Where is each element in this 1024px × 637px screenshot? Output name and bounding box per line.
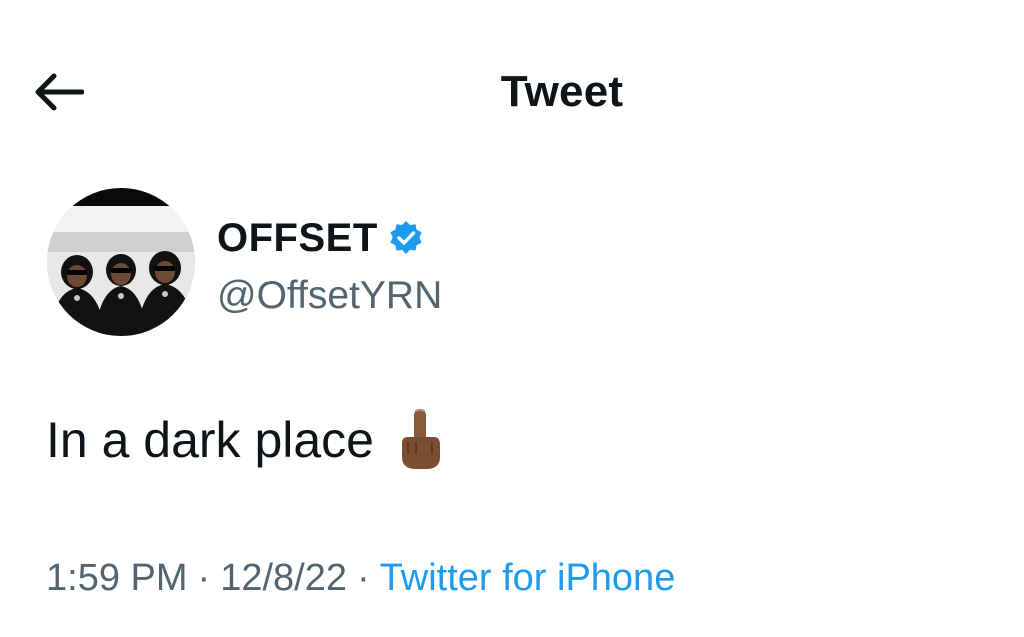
- author-handle[interactable]: @OffsetYRN: [217, 270, 442, 322]
- separator: ·: [197, 557, 211, 599]
- separator: ·: [356, 557, 370, 599]
- author-name[interactable]: OFFSET: [217, 212, 378, 264]
- tweet-text: In a dark place: [46, 412, 374, 468]
- group-photo-avatar: [47, 188, 195, 336]
- middle-finger-emoji-icon: [396, 407, 444, 473]
- tweet-source-link[interactable]: Twitter for iPhone: [380, 557, 676, 599]
- tweet-body: In a dark place: [46, 405, 444, 475]
- tweet-time[interactable]: 1:59 PM: [46, 557, 188, 599]
- tweet-author[interactable]: OFFSET @OffsetYRN: [217, 212, 442, 322]
- top-bar: Tweet: [0, 0, 1024, 180]
- page-title: Tweet: [500, 67, 624, 116]
- tweet-meta: 1:59 PM · 12/8/22 · Twitter for iPhone: [46, 552, 675, 604]
- author-name-row: OFFSET: [217, 212, 442, 264]
- tweet-date[interactable]: 12/8/22: [220, 557, 347, 599]
- avatar[interactable]: [47, 188, 195, 336]
- verified-badge-icon: [388, 220, 424, 256]
